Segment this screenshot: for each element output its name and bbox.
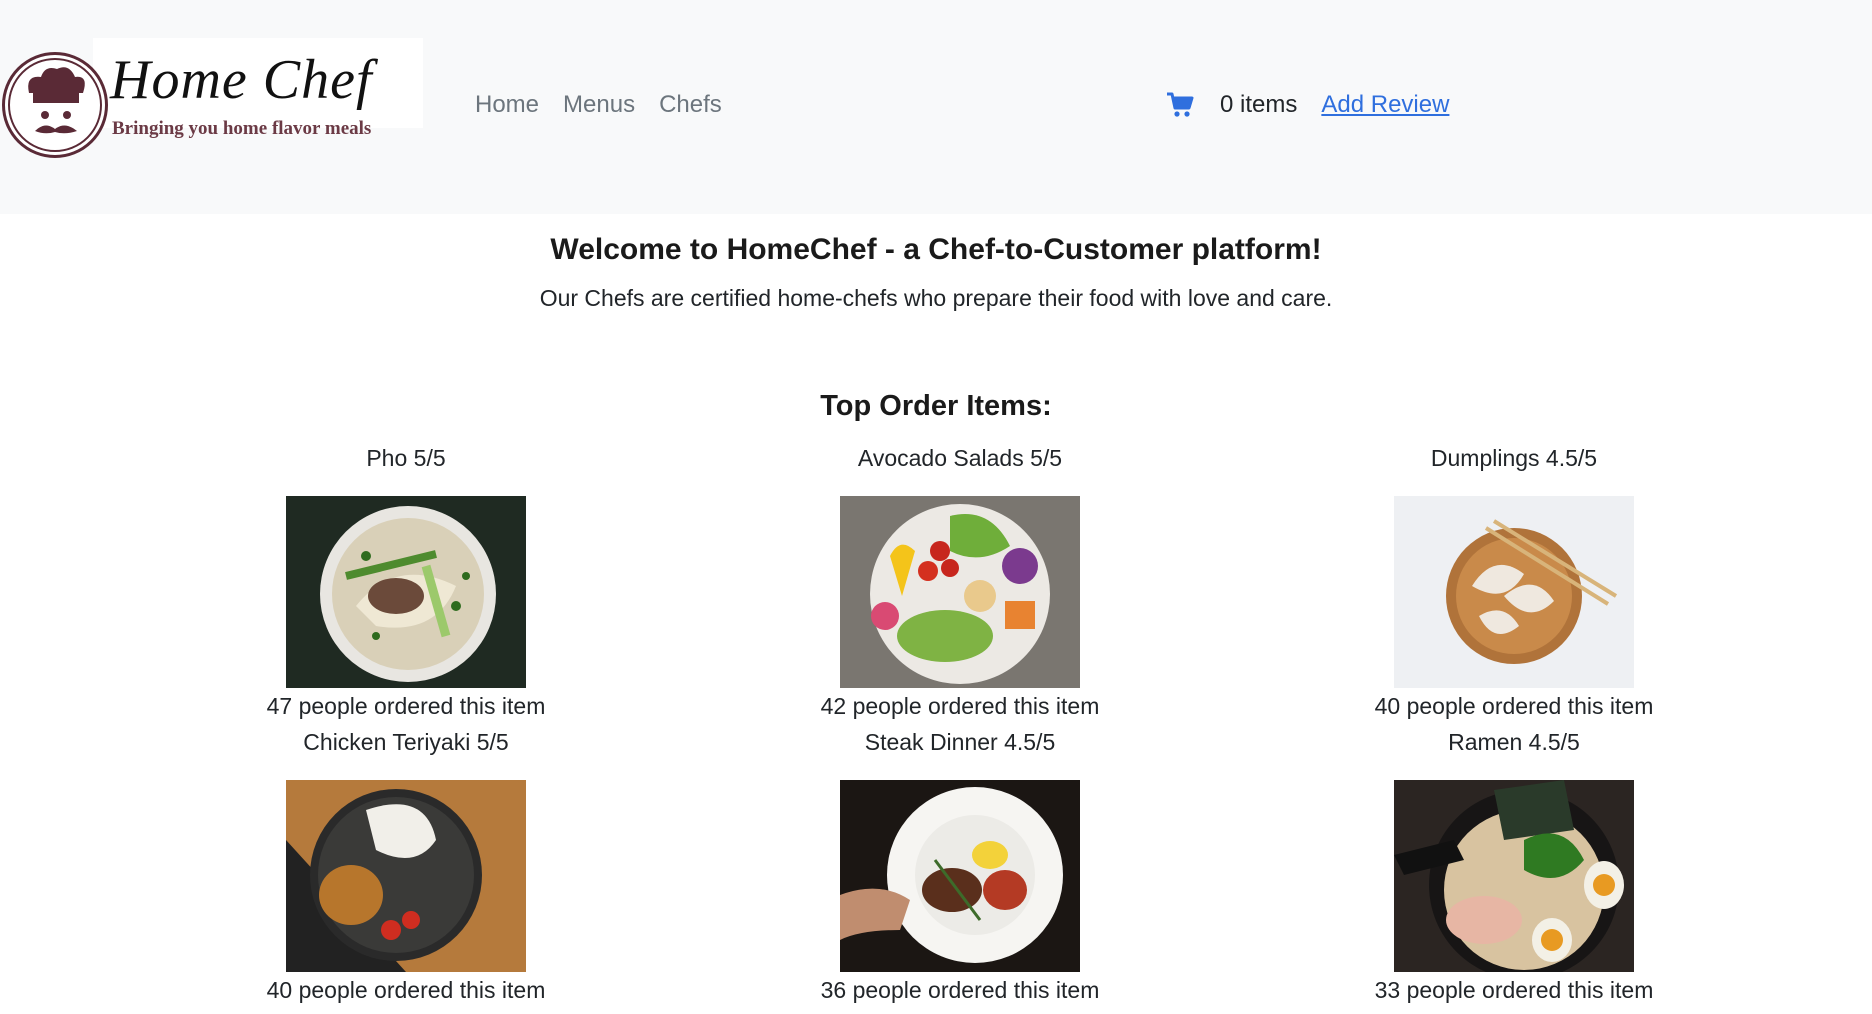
item-title: Ramen 4.5/5 (1448, 729, 1580, 755)
shopping-cart-icon[interactable] (1166, 92, 1194, 118)
nav-chefs[interactable]: Chefs (659, 91, 722, 119)
steak-dinner-image[interactable] (840, 780, 1080, 972)
order-count: 47 people ordered this item (266, 693, 546, 719)
order-count: 36 people ordered this item (820, 977, 1100, 1003)
item-card: Steak Dinner 4.5/5 36 people ordered thi… (683, 724, 1237, 1008)
chicken-teriyaki-image[interactable] (286, 780, 526, 972)
navbar: Home Chef Bringing you home flavor meals… (0, 0, 1872, 214)
order-count: 40 people ordered this item (1374, 693, 1654, 719)
order-count: 42 people ordered this item (820, 693, 1100, 719)
cart-item-count[interactable]: 0 items (1220, 91, 1297, 119)
order-count: 33 people ordered this item (1374, 977, 1654, 1003)
item-card: Pho 5/5 47 people ordered this item (129, 440, 683, 724)
top-items-row: Chicken Teriyaki 5/5 40 people ordered t… (0, 724, 1872, 1008)
nav-home[interactable]: Home (475, 91, 539, 119)
chef-hat-icon (2, 52, 108, 158)
cart-area: 0 items Add Review (1166, 91, 1449, 119)
top-items-row: Pho 5/5 47 people ordered this item Avoc… (0, 440, 1872, 724)
item-card: Ramen 4.5/5 33 people ordered this item (1237, 724, 1791, 1008)
ramen-image[interactable] (1394, 780, 1634, 972)
item-card: Dumplings 4.5/5 40 people ordered this i… (1237, 440, 1791, 724)
add-review-link[interactable]: Add Review (1321, 91, 1449, 119)
home-chef-logo[interactable]: Home Chef Bringing you home flavor meals (0, 38, 424, 160)
top-items-grid: Pho 5/5 47 people ordered this item Avoc… (0, 440, 1872, 1008)
item-title: Dumplings 4.5/5 (1430, 445, 1598, 471)
welcome-subtitle: Our Chefs are certified home-chefs who p… (539, 285, 1333, 311)
item-title: Chicken Teriyaki 5/5 (303, 729, 509, 755)
pho-bowl-image[interactable] (286, 496, 526, 688)
avocado-salad-image[interactable] (840, 496, 1080, 688)
item-card: Avocado Salads 5/5 42 people ordered thi… (683, 440, 1237, 724)
order-count: 40 people ordered this item (266, 977, 546, 1003)
item-title: Avocado Salads 5/5 (857, 445, 1063, 471)
welcome-heading: Welcome to HomeChef - a Chef-to-Customer… (550, 233, 1322, 266)
nav-menus[interactable]: Menus (563, 91, 635, 119)
top-items-heading: Top Order Items: (820, 390, 1052, 422)
item-card: Chicken Teriyaki 5/5 40 people ordered t… (129, 724, 683, 1008)
item-title: Steak Dinner 4.5/5 (864, 729, 1056, 755)
logo-tagline: Bringing you home flavor meals (112, 118, 372, 139)
logo-title: Home Chef (110, 49, 373, 111)
nav-links: Home Menus Chefs (475, 91, 722, 119)
item-title: Pho 5/5 (366, 445, 446, 471)
dumplings-image[interactable] (1394, 496, 1634, 688)
